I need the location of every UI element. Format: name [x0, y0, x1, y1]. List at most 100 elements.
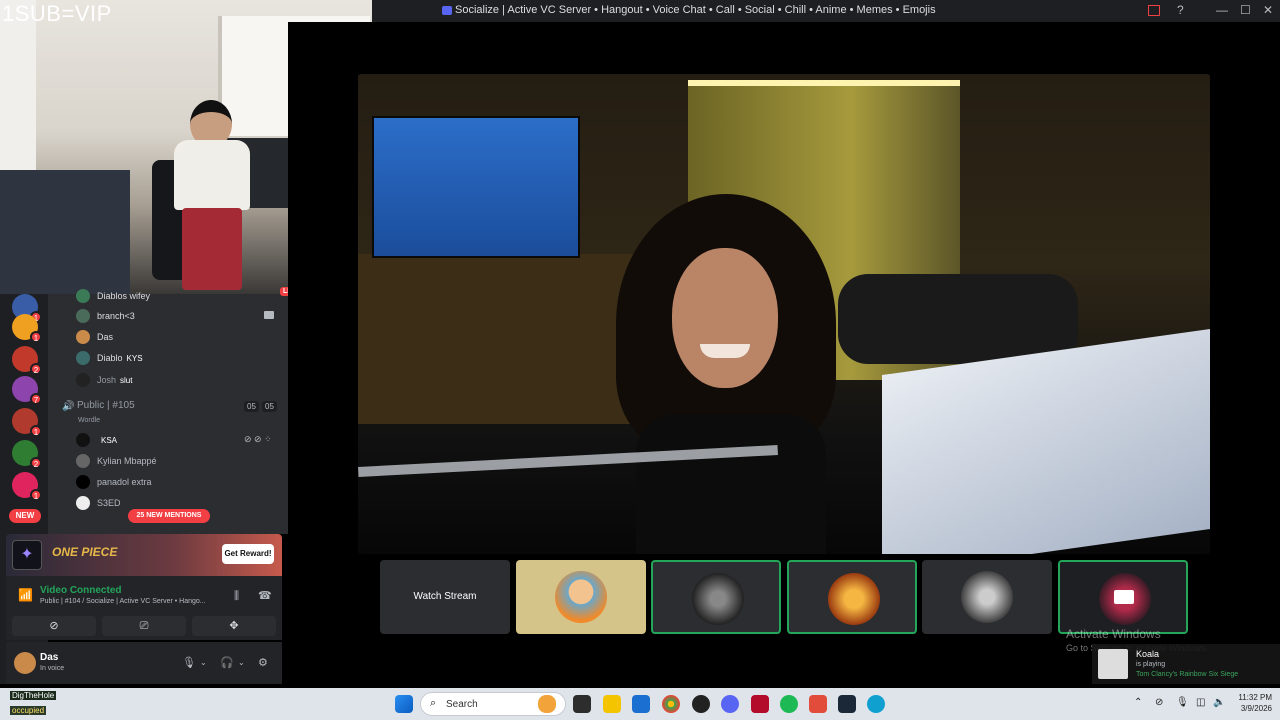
- user-name[interactable]: Das: [40, 652, 58, 663]
- acrobat-icon[interactable]: [751, 695, 769, 713]
- avatar: [1098, 649, 1128, 679]
- clothes-pile: [838, 274, 1078, 364]
- voice-user[interactable]: panadol extra: [76, 473, 152, 491]
- avatar: [76, 454, 90, 468]
- wifi-icon[interactable]: ◫: [1196, 697, 1205, 708]
- avatar: [76, 475, 90, 489]
- chevron-down-icon[interactable]: ⌄: [238, 658, 245, 667]
- voice-connection-panel: 📶 Video Connected Public | #104 / Social…: [6, 576, 282, 640]
- stream-alert-overlay: DigTheHole occupied: [0, 690, 112, 720]
- voice-user-name: panadol extra: [97, 477, 152, 487]
- voice-user-name: Diablo: [97, 353, 123, 363]
- maximize-button[interactable]: ☐: [1240, 3, 1251, 17]
- discord-icon[interactable]: [721, 695, 739, 713]
- cabinet: [358, 254, 648, 424]
- watch-stream-button[interactable]: Watch Stream: [380, 560, 510, 634]
- app-icon[interactable]: [809, 695, 827, 713]
- taskbar-clock[interactable]: 11:32 PM 3/9/2026: [1228, 692, 1272, 714]
- file-explorer-icon[interactable]: [603, 695, 621, 713]
- voice-user-name: branch<3: [97, 311, 135, 321]
- server-icon[interactable]: 1: [12, 472, 42, 501]
- toast-user-name: Koala: [1136, 649, 1160, 659]
- volume-icon[interactable]: 🔈: [1213, 697, 1225, 708]
- camera-off-button[interactable]: ⊘: [12, 616, 96, 636]
- muted-deafened-icon: ⊘ ⊘ ⁘: [244, 434, 272, 444]
- avatar[interactable]: [14, 652, 36, 674]
- new-servers-pill[interactable]: NEW: [9, 509, 41, 523]
- avatar: [76, 433, 90, 447]
- voice-user[interactable]: KSA: [76, 431, 117, 449]
- headphones-icon[interactable]: 🎧: [220, 656, 234, 669]
- activate-windows-title: Activate Windows: [1066, 627, 1161, 641]
- voice-user[interactable]: Kylian Mbappé: [76, 452, 157, 470]
- overlay-username: DigTheHole: [10, 691, 57, 700]
- streamer: [160, 100, 264, 290]
- noise-suppression-icon[interactable]: ⫼: [234, 590, 239, 603]
- voice-user[interactable]: Diablo KYS: [76, 349, 143, 367]
- edge-icon[interactable]: [867, 695, 885, 713]
- participant-tile[interactable]: [787, 560, 917, 634]
- activities-button[interactable]: ✥: [192, 616, 276, 636]
- voice-user[interactable]: branch<3: [76, 307, 276, 325]
- new-mentions-pill[interactable]: 25 NEW MENTIONS: [128, 509, 210, 523]
- close-button[interactable]: ✕: [1263, 3, 1273, 17]
- server-icon[interactable]: 1: [12, 408, 42, 437]
- voice-user[interactable]: Josh slut: [76, 371, 132, 389]
- speaker-icon: 🔊: [62, 400, 75, 412]
- vip-overlay-text: 1SUB=VIP: [2, 1, 112, 26]
- disconnect-icon[interactable]: ☎: [258, 589, 272, 602]
- voice-channel-public[interactable]: 🔊 Public | #105: [62, 400, 135, 412]
- voice-status[interactable]: Video Connected: [40, 585, 122, 596]
- share-screen-button[interactable]: ⎚: [102, 616, 186, 636]
- user-tag: KSA: [101, 435, 118, 445]
- server-icon[interactable]: 2: [12, 346, 42, 375]
- user-tag: KYS: [126, 353, 143, 363]
- app-icon[interactable]: [780, 695, 798, 713]
- steam-icon[interactable]: [838, 695, 856, 713]
- server-icon[interactable]: 1: [12, 314, 42, 343]
- video-camera-icon: [264, 311, 274, 319]
- participant-tile[interactable]: [922, 560, 1052, 634]
- channel-user-limit: 05: [262, 401, 277, 412]
- streamer-shirt: [174, 140, 250, 210]
- network-off-icon[interactable]: ⊘: [1155, 697, 1163, 708]
- user-panel: Das In voice 🎙 ⌄ 🎧 ⌄ ⚙: [6, 642, 282, 684]
- participant-tile[interactable]: [651, 560, 781, 634]
- minimize-button[interactable]: —: [1216, 3, 1228, 17]
- microphone-icon[interactable]: 🎙: [1176, 697, 1189, 708]
- toast-game: Tom Clancy's Rainbow Six Siege: [1136, 671, 1239, 678]
- channel-activity: Wordle: [78, 417, 101, 424]
- avatar: [828, 573, 880, 625]
- focused-video-feed[interactable]: [358, 74, 1210, 554]
- quest-game-name: ONE PIECE: [52, 545, 118, 559]
- voice-user-name: Kylian Mbappé: [97, 456, 157, 466]
- chevron-up-icon[interactable]: ⌃: [1134, 697, 1142, 708]
- chevron-down-icon[interactable]: ⌄: [200, 658, 207, 667]
- inbox-icon[interactable]: [1148, 5, 1160, 16]
- channel-name-label: Public | #105: [77, 400, 135, 411]
- windows-start-icon[interactable]: [395, 695, 413, 713]
- avatar: [76, 496, 90, 510]
- participant-tile[interactable]: [516, 560, 646, 634]
- microphone-icon[interactable]: 🎙: [182, 656, 196, 669]
- participant-face: [672, 248, 778, 388]
- task-view-icon[interactable]: [573, 695, 591, 713]
- quest-icon: ✦: [12, 540, 42, 570]
- avatar: [692, 573, 744, 625]
- get-reward-button[interactable]: Get Reward!: [222, 544, 274, 564]
- gear-icon[interactable]: ⚙: [258, 656, 268, 669]
- voice-user[interactable]: S3ED: [76, 494, 121, 512]
- desk: [0, 170, 130, 294]
- store-icon[interactable]: [632, 695, 650, 713]
- avatar: [555, 571, 607, 623]
- server-icon[interactable]: 7: [12, 376, 42, 405]
- activity-toast[interactable]: Koala is playing Tom Clancy's Rainbow Si…: [1092, 644, 1280, 684]
- chrome-icon[interactable]: [662, 695, 680, 713]
- voice-location[interactable]: Public | #104 / Socialize | Active VC Se…: [40, 598, 206, 605]
- help-icon[interactable]: ?: [1177, 3, 1184, 17]
- server-icon[interactable]: 2: [12, 440, 42, 469]
- voice-user[interactable]: Diablos wifey LIVE: [76, 287, 302, 305]
- participant-tile[interactable]: [1058, 560, 1188, 634]
- obs-icon[interactable]: [692, 695, 710, 713]
- voice-user[interactable]: Das: [76, 328, 113, 346]
